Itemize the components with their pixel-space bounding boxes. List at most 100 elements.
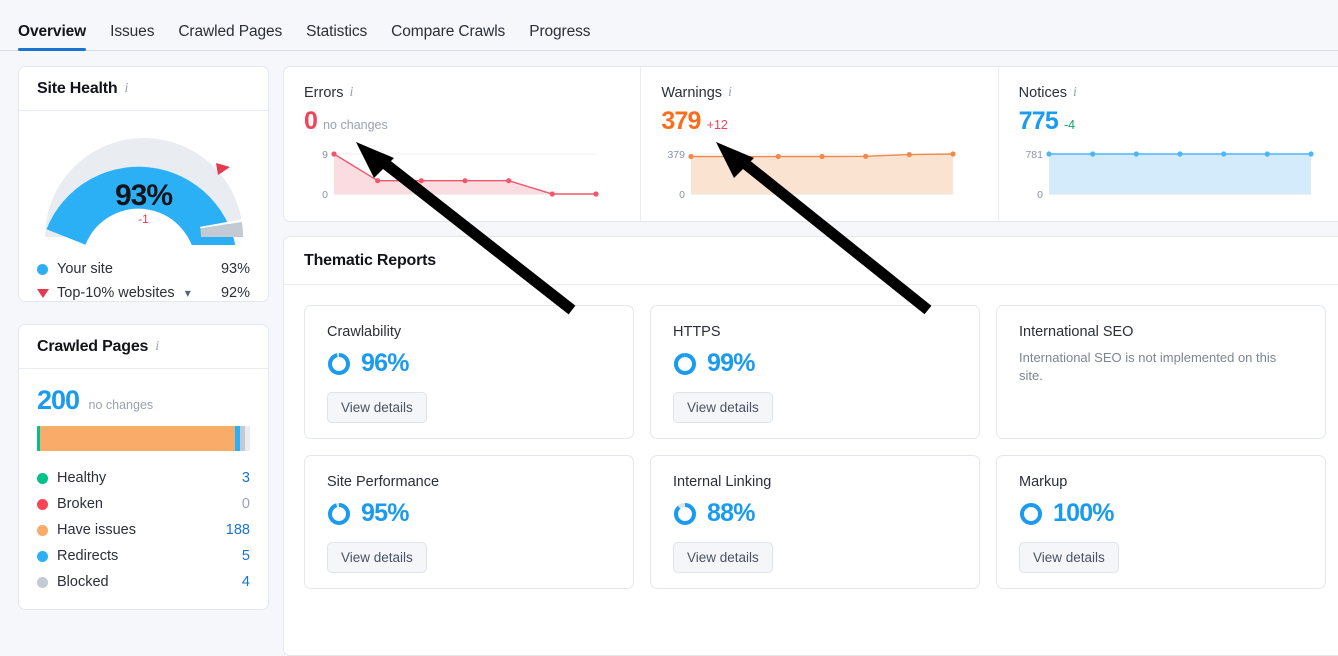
thematic-reports-panel: Thematic Reports Crawlability96%View det… — [283, 236, 1338, 656]
card-score-row: 100% — [1019, 499, 1303, 528]
list-item-label: Healthy — [57, 470, 242, 486]
svg-text:0: 0 — [322, 189, 328, 201]
svg-text:9: 9 — [322, 149, 328, 161]
card-title: International SEO — [1019, 324, 1303, 340]
thematic-report-card[interactable]: International SEOInternational SEO is no… — [996, 305, 1326, 439]
legend-value: 93% — [221, 261, 250, 277]
list-item-label: Broken — [57, 496, 242, 512]
card-score: 95% — [361, 499, 409, 528]
svg-text:781: 781 — [1025, 149, 1043, 161]
list-item-value[interactable]: 3 — [242, 470, 250, 486]
status-dot-icon — [37, 499, 48, 510]
view-details-button[interactable]: View details — [1019, 542, 1119, 573]
card-score-row: 88% — [673, 499, 957, 528]
card-title: Site Performance — [327, 474, 611, 490]
site-health-score: 93% — [19, 179, 268, 213]
card-score-row: 96% — [327, 349, 611, 378]
warnings-sparkline-chart: 379 0 — [661, 146, 977, 208]
list-item-value[interactable]: 0 — [242, 496, 250, 512]
legend-row-top10-websites[interactable]: Top-10% websites ▾ 92% — [37, 281, 250, 305]
status-dot-icon — [37, 473, 48, 484]
info-icon[interactable]: i — [1073, 86, 1077, 100]
stacked-bar-segment — [40, 426, 235, 451]
stacked-bar-segment — [240, 426, 244, 451]
list-item-label: Have issues — [57, 522, 226, 538]
stat-label: Warnings — [661, 85, 722, 101]
list-item[interactable]: Healthy3 — [37, 465, 250, 491]
chevron-down-icon[interactable]: ▾ — [185, 286, 191, 300]
thematic-report-card[interactable]: Markup 100% View details — [996, 455, 1326, 589]
legend-triangle-icon — [37, 289, 49, 298]
progress-donut-icon — [673, 352, 697, 376]
tab-label: Overview — [18, 23, 86, 40]
card-title: Crawlability — [327, 324, 611, 340]
stat-label: Notices — [1019, 85, 1067, 101]
stat-value: 379 — [661, 107, 700, 136]
svg-text:0: 0 — [679, 189, 685, 201]
sparkline-svg: 90 — [304, 146, 604, 208]
stat-change: -4 — [1064, 118, 1075, 132]
stat-header: Notices i — [1019, 85, 1335, 101]
site-health-panel: Site Health i 93% -1 Your site 93% — [18, 66, 269, 302]
list-item[interactable]: Redirects5 — [37, 543, 250, 569]
crawled-pages-total: 200 — [37, 385, 79, 415]
card-score: 99% — [707, 349, 755, 378]
tab-progress[interactable]: Progress — [529, 23, 590, 50]
list-item-value[interactable]: 5 — [242, 548, 250, 564]
site-health-delta: -1 — [19, 212, 268, 226]
view-details-button[interactable]: View details — [327, 542, 427, 573]
view-details-button[interactable]: View details — [673, 392, 773, 423]
progress-donut-icon — [1019, 502, 1043, 526]
list-item[interactable]: Broken0 — [37, 491, 250, 517]
list-item-value[interactable]: 4 — [242, 574, 250, 590]
list-item-value[interactable]: 188 — [226, 522, 250, 538]
crawled-pages-change: no changes — [89, 398, 154, 412]
issue-stats-strip: Errors i 0 no changes 90 Warnings i 379 … — [283, 66, 1338, 222]
list-item-label: Blocked — [57, 574, 242, 590]
main-tab-bar: Overview Issues Crawled Pages Statistics… — [0, 0, 1338, 51]
view-details-button[interactable]: View details — [327, 392, 427, 423]
svg-text:379: 379 — [668, 149, 686, 161]
thematic-report-card[interactable]: Crawlability 96% View details — [304, 305, 634, 439]
tab-issues[interactable]: Issues — [110, 23, 154, 50]
tab-compare-crawls[interactable]: Compare Crawls — [391, 23, 505, 50]
progress-donut-icon — [327, 502, 351, 526]
info-icon[interactable]: i — [125, 82, 129, 96]
site-health-gauge: 93% -1 — [19, 127, 268, 247]
stat-value-row: 775 -4 — [1019, 107, 1335, 136]
tab-overview[interactable]: Overview — [18, 23, 86, 50]
progress-donut-icon — [673, 502, 697, 526]
crawled-pages-header: Crawled Pages i — [19, 325, 268, 369]
stat-value: 0 — [304, 107, 317, 136]
sparkline-svg: 781 0 — [1019, 146, 1319, 208]
sparkline-svg: 379 0 — [661, 146, 961, 208]
list-item[interactable]: Have issues188 — [37, 517, 250, 543]
stat-value-row: 0 no changes — [304, 107, 620, 136]
info-icon[interactable]: i — [728, 86, 732, 100]
thematic-report-card[interactable]: Site Performance 95% View details — [304, 455, 634, 589]
info-icon[interactable]: i — [349, 86, 353, 100]
svg-text:0: 0 — [1037, 189, 1043, 201]
stat-card-errors: Errors i 0 no changes 90 — [284, 67, 640, 221]
crawled-pages-panel: Crawled Pages i 200 no changes Healthy3B… — [18, 324, 269, 610]
status-dot-icon — [37, 525, 48, 536]
thematic-report-card[interactable]: HTTPS99%View details — [650, 305, 980, 439]
legend-label: Top-10% websites — [57, 285, 175, 301]
tab-label: Compare Crawls — [391, 23, 505, 40]
legend-label: Your site — [57, 261, 221, 277]
card-score: 100% — [1053, 499, 1114, 528]
stat-header: Errors i — [304, 85, 620, 101]
tab-statistics[interactable]: Statistics — [306, 23, 367, 50]
stat-change: +12 — [707, 118, 728, 132]
tab-crawled-pages[interactable]: Crawled Pages — [178, 23, 282, 50]
view-details-button[interactable]: View details — [673, 542, 773, 573]
card-score: 88% — [707, 499, 755, 528]
info-icon[interactable]: i — [155, 340, 159, 354]
card-title: Markup — [1019, 474, 1303, 490]
list-item[interactable]: Blocked4 — [37, 569, 250, 595]
card-score-row: 99% — [673, 349, 957, 378]
card-score: 96% — [361, 349, 409, 378]
thematic-report-card[interactable]: Internal Linking88%View details — [650, 455, 980, 589]
site-health-legend: Your site 93% Top-10% websites ▾ 92% — [19, 247, 268, 305]
tab-label: Issues — [110, 23, 154, 40]
